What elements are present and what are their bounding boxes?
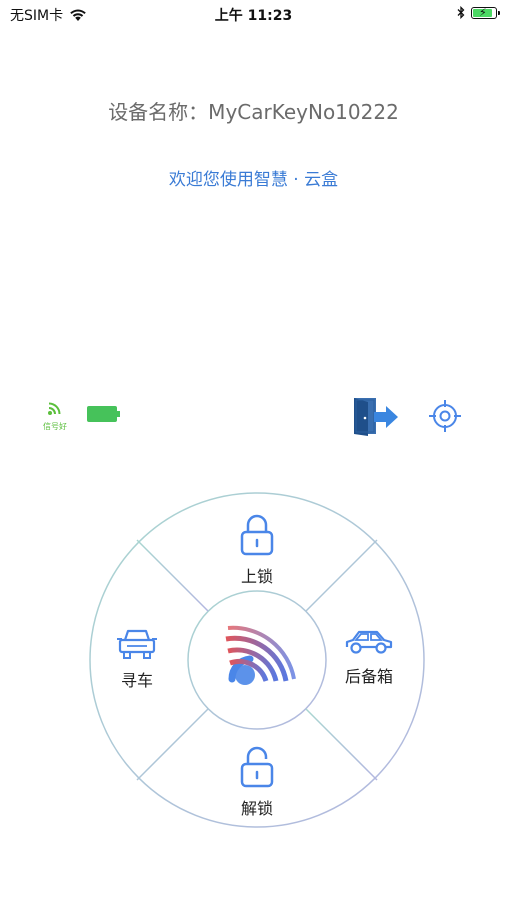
device-battery-icon xyxy=(87,406,120,422)
unlock-icon xyxy=(240,746,274,788)
signal-indicator: 信号好 xyxy=(40,401,70,432)
battery-icon: ⚡ xyxy=(471,5,500,19)
wireless-signal-icon xyxy=(225,625,296,685)
status-time: 上午 11:23 xyxy=(214,8,293,24)
car-front-icon xyxy=(117,629,157,659)
find-car-button[interactable]: 寻车 xyxy=(102,627,172,691)
control-wheel: 上锁 后备箱 解锁 寻车 xyxy=(88,491,426,829)
trunk-button[interactable]: 后备箱 xyxy=(334,627,404,687)
locate-target-icon[interactable] xyxy=(428,399,462,433)
lock-button[interactable]: 上锁 xyxy=(222,513,292,587)
trunk-label: 后备箱 xyxy=(344,667,393,686)
unlock-button[interactable]: 解锁 xyxy=(222,745,292,819)
lock-label: 上锁 xyxy=(240,567,273,586)
connect-center-button[interactable] xyxy=(188,591,326,729)
exit-door-icon[interactable] xyxy=(352,396,400,436)
car-side-icon xyxy=(345,630,393,654)
status-right: ⚡ xyxy=(457,5,500,19)
signal-label: 信号好 xyxy=(43,422,67,431)
charging-bolt-icon: ⚡ xyxy=(479,5,487,19)
signal-icon xyxy=(48,402,61,415)
bluetooth-icon xyxy=(457,6,465,19)
device-name: 设备名称：MyCarKeyNo10222 xyxy=(108,100,399,124)
lock-icon xyxy=(240,514,274,556)
unlock-label: 解锁 xyxy=(240,799,273,818)
welcome-text: 欢迎您使用智慧 · 云盒 xyxy=(168,170,339,190)
status-bar: 无SIM卡 上午 11:23 ⚡ xyxy=(0,0,507,28)
find-car-label: 寻车 xyxy=(120,671,153,690)
